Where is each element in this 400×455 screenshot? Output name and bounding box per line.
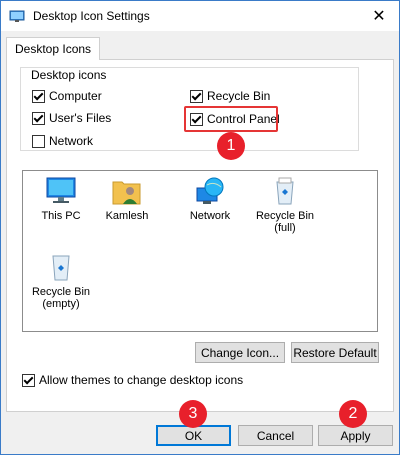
recycle-bin-empty-icon (52, 255, 70, 281)
checkbox-box (22, 373, 35, 387)
icon-label: Kamlesh (105, 210, 149, 222)
recycle-bin-full-icon (276, 177, 294, 205)
users-files-checkbox[interactable]: User's Files (32, 111, 111, 125)
icon-label: This PC (41, 210, 81, 222)
checkbox-box (32, 134, 45, 148)
icon-label: Recycle Bin (empty) (31, 286, 91, 310)
window-title: Desktop Icon Settings (33, 9, 150, 23)
monitor-icon (46, 177, 76, 203)
checkbox-label: Recycle Bin (207, 89, 271, 103)
close-icon: ✕ (372, 8, 386, 25)
checkbox-label: User's Files (49, 111, 112, 125)
checkbox-box (32, 89, 45, 103)
annotation-badge-3: 3 (179, 400, 207, 428)
icon-item-network[interactable]: Network (175, 176, 245, 222)
tab-desktop-icons[interactable]: Desktop Icons (6, 37, 101, 60)
checkbox-box (190, 89, 203, 103)
annotation-badge-2: 2 (339, 400, 367, 428)
title-bar: Desktop Icon Settings ✕ (1, 1, 399, 31)
icon-item-recycle-bin-empty[interactable]: Recycle Bin (empty) (26, 252, 96, 310)
allow-themes-checkbox[interactable]: Allow themes to change desktop icons (22, 373, 243, 387)
checkbox-label: Network (49, 134, 94, 148)
restore-default-button[interactable]: Restore Default (291, 342, 379, 363)
close-button[interactable]: ✕ (359, 1, 399, 31)
icon-item-recycle-bin-full[interactable]: Recycle Bin (full) (250, 176, 320, 234)
cancel-button[interactable]: Cancel (238, 425, 313, 446)
checkbox-label: Allow themes to change desktop icons (39, 373, 244, 387)
apply-button[interactable]: Apply (318, 425, 393, 446)
icon-label: Recycle Bin (full) (255, 210, 315, 234)
change-icon-button[interactable]: Change Icon... (195, 342, 285, 363)
user-folder-icon (112, 181, 141, 205)
desktop-settings-icon (9, 10, 25, 22)
network-checkbox[interactable]: Network (32, 134, 93, 148)
network-globe-icon (196, 177, 224, 204)
icon-item-kamlesh[interactable]: Kamlesh (92, 176, 162, 222)
highlight-box (184, 106, 278, 132)
ok-button[interactable]: OK (156, 425, 231, 446)
checkbox-label: Computer (49, 89, 102, 103)
icon-item-this-pc[interactable]: This PC (26, 176, 96, 222)
recycle-bin-checkbox[interactable]: Recycle Bin (190, 89, 270, 103)
group-legend: Desktop icons (28, 68, 110, 82)
computer-checkbox[interactable]: Computer (32, 89, 102, 103)
icon-label: Network (189, 210, 231, 222)
annotation-badge-1: 1 (217, 132, 245, 160)
checkbox-box (32, 111, 45, 125)
